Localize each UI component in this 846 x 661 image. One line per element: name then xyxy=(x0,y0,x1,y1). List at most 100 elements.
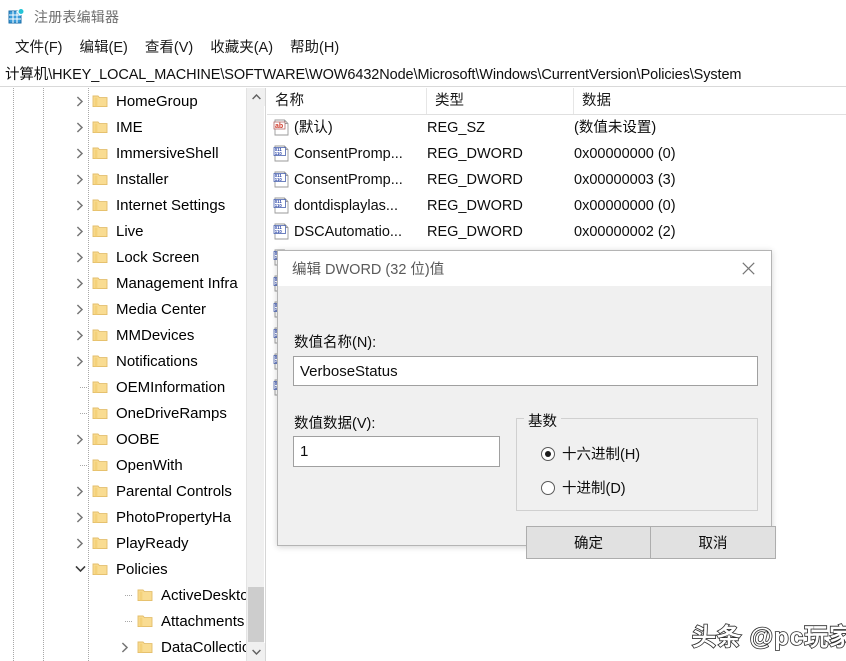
dialog-title-bar: 编辑 DWORD (32 位)值 xyxy=(278,251,771,286)
menu-edit[interactable]: 编辑(E) xyxy=(72,34,137,59)
tree-item-media-center[interactable]: Media Center xyxy=(0,296,246,322)
value-type-cell: REG_DWORD xyxy=(427,141,523,167)
tree-item-policies[interactable]: Policies xyxy=(0,556,246,582)
radio-hexadecimal-mark xyxy=(541,447,555,461)
tree-scroll-thumb[interactable] xyxy=(248,587,264,642)
table-row[interactable]: 011110ConsentPromp...REG_DWORD0x00000000… xyxy=(267,141,846,167)
tree-item-notifications[interactable]: Notifications xyxy=(0,348,246,374)
value-data-input[interactable] xyxy=(293,436,500,467)
radio-hexadecimal[interactable]: 十六进制(H) xyxy=(541,443,640,464)
chevron-right-icon[interactable] xyxy=(72,322,88,348)
tree-item-attachments[interactable]: Attachments xyxy=(0,608,246,634)
tree-item-lock-screen[interactable]: Lock Screen xyxy=(0,244,246,270)
menu-view[interactable]: 查看(V) xyxy=(137,34,202,59)
chevron-right-icon[interactable] xyxy=(72,478,88,504)
value-data-label: 数值数据(V): xyxy=(294,412,375,433)
chevron-right-icon[interactable] xyxy=(72,530,88,556)
menu-bar: 文件(F) 编辑(E) 查看(V) 收藏夹(A) 帮助(H) xyxy=(0,33,846,60)
tree-item-playready[interactable]: PlayReady xyxy=(0,530,246,556)
tree-item-label: ImmersiveShell xyxy=(114,142,222,166)
radio-hexadecimal-label: 十六进制(H) xyxy=(562,443,640,464)
tree-item-internet-settings[interactable]: Internet Settings xyxy=(0,192,246,218)
chevron-right-icon[interactable] xyxy=(72,218,88,244)
column-header-type[interactable]: 类型 xyxy=(427,88,574,114)
chevron-right-icon[interactable] xyxy=(72,244,88,270)
tree-item-label: MMDevices xyxy=(114,324,197,348)
table-row[interactable]: ab(默认)REG_SZ(数值未设置) xyxy=(267,115,846,141)
radio-decimal-label: 十进制(D) xyxy=(562,477,626,498)
tree-vertical-scrollbar[interactable] xyxy=(246,88,264,661)
cancel-button[interactable]: 取消 xyxy=(650,526,776,559)
folder-icon xyxy=(92,172,108,186)
folder-icon xyxy=(92,354,108,368)
tree-item-mmdevices[interactable]: MMDevices xyxy=(0,322,246,348)
menu-help[interactable]: 帮助(H) xyxy=(282,34,348,59)
tree-item-live[interactable]: Live xyxy=(0,218,246,244)
tree-item-immersiveshell[interactable]: ImmersiveShell xyxy=(0,140,246,166)
folder-icon xyxy=(92,380,108,394)
chevron-right-icon[interactable] xyxy=(72,270,88,296)
menu-file[interactable]: 文件(F) xyxy=(7,34,72,59)
folder-icon xyxy=(92,146,108,160)
tree-item-label: ActiveDesktop xyxy=(159,584,246,608)
value-type-cell: REG_DWORD xyxy=(427,167,523,193)
scroll-up-arrow-icon[interactable] xyxy=(247,88,265,106)
value-data-cell: 0x00000003 (3) xyxy=(574,167,676,193)
chevron-right-icon[interactable] xyxy=(72,140,88,166)
tree-item-ime[interactable]: IME xyxy=(0,114,246,140)
chevron-right-icon[interactable] xyxy=(72,192,88,218)
tree-item-activedesktop[interactable]: ActiveDesktop xyxy=(0,582,246,608)
tree-item-oobe[interactable]: OOBE xyxy=(0,426,246,452)
folder-icon xyxy=(92,302,108,316)
tree-item-openwith[interactable]: OpenWith xyxy=(0,452,246,478)
string-value-icon: ab xyxy=(273,119,290,136)
chevron-right-icon[interactable] xyxy=(72,426,88,452)
value-name-cell: (默认) xyxy=(294,115,333,141)
tree-item-photopropertyha[interactable]: PhotoPropertyHa xyxy=(0,504,246,530)
chevron-right-icon[interactable] xyxy=(72,88,88,114)
value-name-input[interactable] xyxy=(293,356,758,386)
tree-item-management-infra[interactable]: Management Infra xyxy=(0,270,246,296)
chevron-right-icon[interactable] xyxy=(117,634,133,660)
column-header-data[interactable]: 数据 xyxy=(574,88,846,114)
folder-icon xyxy=(92,198,108,212)
tree-item-datacollection[interactable]: DataCollection xyxy=(0,634,246,660)
base-group-label: 基数 xyxy=(524,410,561,431)
chevron-right-icon[interactable] xyxy=(72,296,88,322)
close-icon[interactable] xyxy=(726,251,771,286)
column-header-name[interactable]: 名称 xyxy=(267,88,427,114)
scroll-down-arrow-icon[interactable] xyxy=(247,643,265,661)
chevron-down-icon[interactable] xyxy=(72,556,88,582)
tree-elbow-line xyxy=(72,374,88,400)
tree-item-label: Lock Screen xyxy=(114,246,202,270)
dialog-body: 数值名称(N): 数值数据(V): 基数 十六进制(H) 十进制(D) 确定 取… xyxy=(278,286,771,545)
tree-item-homegroup[interactable]: HomeGroup xyxy=(0,88,246,114)
tree-item-label: Internet Settings xyxy=(114,194,228,218)
tree-item-oeminformation[interactable]: OEMInformation xyxy=(0,374,246,400)
folder-icon xyxy=(92,432,108,446)
value-data-cell: 0x00000002 (2) xyxy=(574,219,676,245)
ok-button[interactable]: 确定 xyxy=(526,526,651,559)
menu-favorites[interactable]: 收藏夹(A) xyxy=(202,34,282,59)
table-row[interactable]: 011110DSCAutomatio...REG_DWORD0x00000002… xyxy=(267,219,846,245)
chevron-right-icon[interactable] xyxy=(72,166,88,192)
svg-text:110: 110 xyxy=(275,177,283,182)
address-bar[interactable]: 计算机\HKEY_LOCAL_MACHINE\SOFTWARE\WOW6432N… xyxy=(0,60,846,87)
tree-item-installer[interactable]: Installer xyxy=(0,166,246,192)
folder-icon xyxy=(137,588,153,602)
chevron-right-icon[interactable] xyxy=(72,114,88,140)
dword-value-icon: 011110 xyxy=(273,171,290,188)
chevron-right-icon[interactable] xyxy=(72,504,88,530)
tree-item-onedriveramps[interactable]: OneDriveRamps xyxy=(0,400,246,426)
tree-item-label: PlayReady xyxy=(114,532,192,556)
value-name-cell: dontdisplaylas... xyxy=(294,193,398,219)
registry-tree[interactable]: HomeGroupIMEImmersiveShellInstallerInter… xyxy=(0,88,246,661)
tree-item-parental-controls[interactable]: Parental Controls xyxy=(0,478,246,504)
dword-value-icon: 011110 xyxy=(273,145,290,162)
folder-icon xyxy=(92,276,108,290)
radio-decimal[interactable]: 十进制(D) xyxy=(541,477,626,498)
chevron-right-icon[interactable] xyxy=(72,348,88,374)
folder-icon xyxy=(137,614,153,628)
table-row[interactable]: 011110dontdisplaylas...REG_DWORD0x000000… xyxy=(267,193,846,219)
table-row[interactable]: 011110ConsentPromp...REG_DWORD0x00000003… xyxy=(267,167,846,193)
